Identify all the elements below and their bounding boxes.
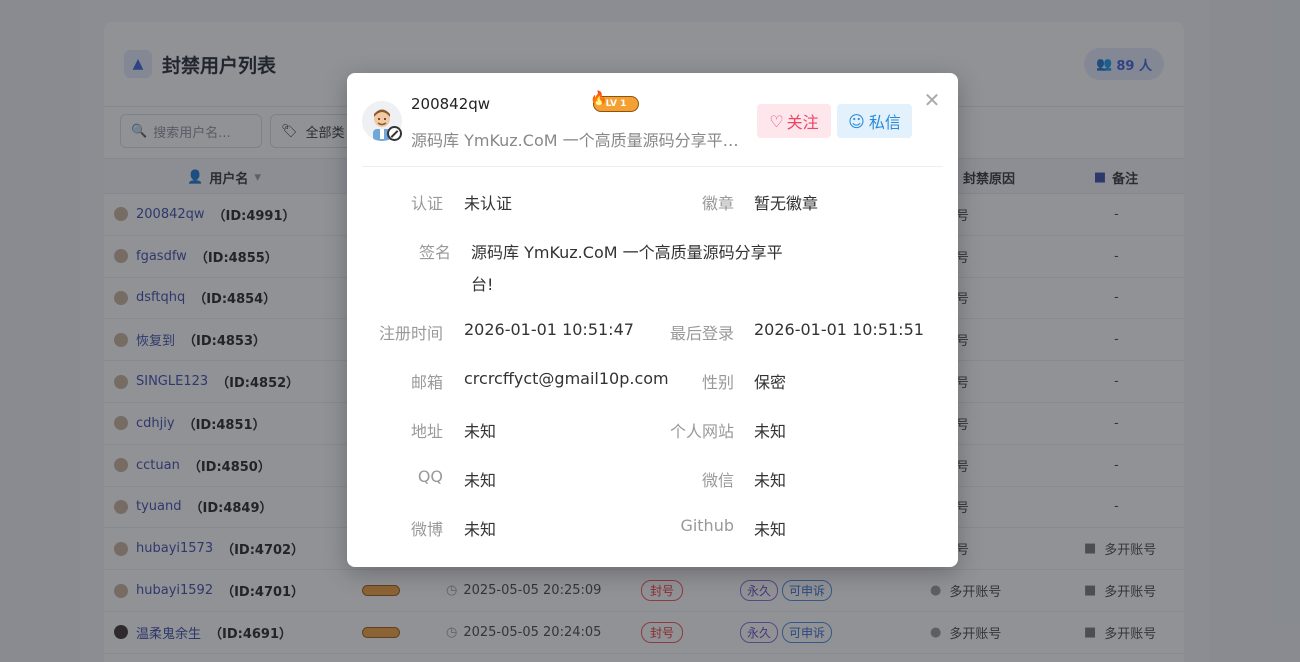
email-value: crcrcffyct@gmail10p.com: [464, 369, 669, 388]
address-label: 地址: [410, 422, 443, 441]
qq-value: 未知: [464, 471, 497, 490]
last-login-value: 2026-01-01 10:51:51: [754, 320, 924, 339]
flame-icon: 🔥: [590, 91, 608, 107]
message-button[interactable]: ☺ 私信: [837, 104, 912, 138]
auth-value: 未认证: [464, 194, 513, 213]
badge-value: 暂无徽章: [754, 194, 819, 213]
qq-label: QQ: [417, 467, 443, 486]
github-value: 未知: [754, 520, 787, 539]
signature-preview: 源码库 YmKuz.CoM 一个高质量源码分享平台...: [411, 131, 751, 150]
wechat-label: 微信: [701, 471, 734, 490]
signature-label: 签名: [418, 243, 451, 262]
level-badge: 🔥 LV 1: [590, 91, 639, 112]
register-value: 2026-01-01 10:51:47: [464, 320, 634, 339]
gender-label: 性别: [701, 373, 734, 392]
follow-button[interactable]: ♡ 关注: [757, 104, 831, 138]
website-value: 未知: [754, 422, 787, 441]
username: 200842qw: [411, 95, 491, 113]
user-profile-modal: 200842qw 🔥 LV 1 源码库 YmKuz.CoM 一个高质量源码分享平…: [347, 73, 958, 567]
website-label: 个人网站: [669, 422, 734, 441]
banned-icon: [387, 126, 402, 141]
chat-icon: ☺: [848, 111, 865, 131]
last-login-label: 最后登录: [669, 324, 734, 343]
signature-value-line2: 台!: [471, 275, 494, 294]
badge-label: 徽章: [701, 194, 734, 213]
wechat-value: 未知: [754, 471, 787, 490]
weibo-value: 未知: [464, 520, 497, 539]
address-value: 未知: [464, 422, 497, 441]
github-label: Github: [680, 516, 734, 535]
email-label: 邮箱: [410, 373, 443, 392]
signature-value-line1: 源码库 YmKuz.CoM 一个高质量源码分享平: [471, 243, 783, 262]
heart-icon: ♡: [769, 111, 784, 131]
weibo-label: 微博: [410, 520, 443, 539]
gender-value: 保密: [754, 373, 787, 392]
auth-label: 认证: [410, 194, 443, 213]
modal-divider: [362, 166, 943, 167]
register-label: 注册时间: [378, 324, 443, 343]
close-icon[interactable]: ✕: [923, 90, 941, 110]
